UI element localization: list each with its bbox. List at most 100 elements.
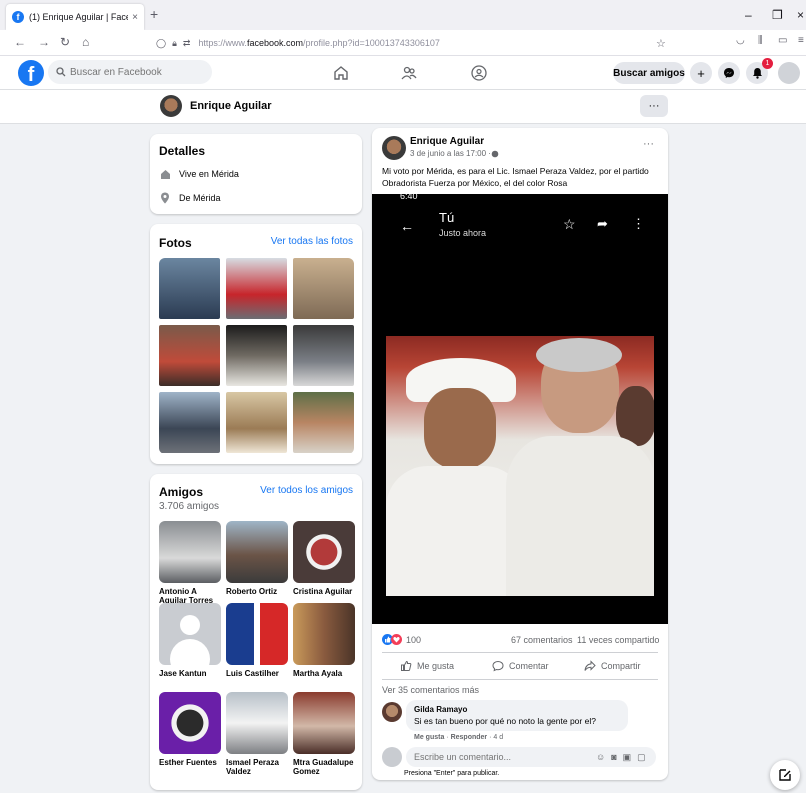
- lock-icon[interactable]: 🔒︎: [172, 38, 177, 49]
- see-all-photos-link[interactable]: Ver todas las fotos: [271, 236, 353, 247]
- friend-photo[interactable]: [159, 692, 221, 754]
- post-timestamp-row: 3 de junio a las 17:00 ·: [410, 149, 499, 158]
- sticker-icon[interactable]: ▢: [637, 752, 646, 763]
- default-avatar-icon[interactable]: [159, 603, 221, 665]
- friend-name[interactable]: Esther Fuentes: [159, 758, 221, 767]
- comment-like-link[interactable]: Me gusta: [414, 734, 444, 741]
- profile-name[interactable]: Enrique Aguilar: [190, 100, 272, 112]
- menu-icon[interactable]: ≡: [798, 35, 804, 46]
- photo-thumbnail[interactable]: [293, 392, 354, 453]
- messenger-button[interactable]: [718, 62, 740, 84]
- find-friends-button[interactable]: Buscar amigos: [613, 62, 685, 84]
- friend-name[interactable]: Ismael Peraza Valdez: [226, 758, 288, 776]
- photo-thumbnail[interactable]: [159, 325, 220, 386]
- shot-status-time: 6:40: [400, 191, 418, 201]
- comment-label: Comentar: [509, 661, 549, 671]
- photo-thumbnail[interactable]: [226, 258, 287, 319]
- home-nav-button[interactable]: [327, 62, 355, 84]
- post-more-button[interactable]: ···: [643, 138, 654, 150]
- friend-item[interactable]: Jase Kantun: [159, 603, 221, 678]
- maximize-button[interactable]: ❐: [772, 8, 783, 22]
- friend-photo[interactable]: [293, 692, 355, 754]
- post-author[interactable]: Enrique Aguilar: [410, 136, 484, 147]
- tab-close-icon[interactable]: ×: [132, 12, 138, 23]
- friend-item[interactable]: Mtra Guadalupe Gomez: [293, 692, 355, 776]
- library-icon[interactable]: ⫼: [758, 35, 763, 46]
- groups-nav-button[interactable]: [465, 62, 493, 84]
- close-window-button[interactable]: ×: [797, 8, 804, 22]
- reactions-summary[interactable]: 100: [382, 634, 421, 645]
- like-button[interactable]: Me gusta: [400, 656, 454, 676]
- minimize-button[interactable]: –: [745, 8, 752, 22]
- post-image[interactable]: 6:40 ← Tú Justo ahora ☆ ➦ ⋮: [372, 191, 668, 624]
- post-timestamp[interactable]: 3 de junio a las 17:00 ·: [410, 149, 491, 158]
- url-bar[interactable]: ◯ 🔒︎ ⇄ https://www. facebook.com/profile.…: [156, 33, 676, 53]
- create-button[interactable]: +: [690, 62, 712, 84]
- photo-thumbnail[interactable]: [293, 325, 354, 386]
- friend-item[interactable]: Ismael Peraza Valdez: [226, 692, 288, 776]
- shares-count[interactable]: 11 veces compartido: [577, 635, 659, 645]
- emoji-icon[interactable]: ☺: [596, 752, 605, 762]
- share-button[interactable]: Compartir: [584, 656, 641, 676]
- facebook-search[interactable]: [48, 60, 212, 84]
- home-icon[interactable]: ⌂: [82, 35, 89, 49]
- photo-thumbnail[interactable]: [226, 325, 287, 386]
- reload-icon[interactable]: ↻: [60, 35, 70, 49]
- new-message-button[interactable]: [770, 760, 800, 790]
- friend-name[interactable]: Cristina Aguilar: [293, 587, 355, 596]
- comment-input[interactable]: [414, 752, 594, 762]
- friend-name[interactable]: Jase Kantun: [159, 669, 221, 678]
- bookmark-star-icon[interactable]: ☆: [656, 37, 666, 50]
- profile-avatar[interactable]: [160, 95, 182, 117]
- messenger-icon: [724, 68, 734, 78]
- see-all-friends-link[interactable]: Ver todos los amigos: [260, 485, 353, 496]
- permissions-icon[interactable]: ⇄: [183, 38, 191, 49]
- comment-reply-link[interactable]: Responder: [451, 734, 488, 741]
- friend-photo[interactable]: [293, 603, 355, 665]
- reactions-count: 100: [406, 634, 422, 645]
- shield-icon[interactable]: ◯: [156, 38, 166, 49]
- friend-name[interactable]: Luis Castilher: [226, 669, 288, 678]
- friend-item[interactable]: Martha Ayala: [293, 603, 355, 678]
- photo-thumbnail[interactable]: [293, 258, 354, 319]
- photo-thumbnail[interactable]: [159, 258, 220, 319]
- search-input[interactable]: [70, 66, 200, 78]
- photo-thumbnail[interactable]: [159, 392, 220, 453]
- friend-name[interactable]: Mtra Guadalupe Gomez: [293, 758, 355, 776]
- friend-name[interactable]: Roberto Ortiz: [226, 587, 288, 596]
- friend-name[interactable]: Martha Ayala: [293, 669, 355, 678]
- comments-count[interactable]: 67 comentarios: [511, 635, 573, 645]
- new-tab-button[interactable]: +: [150, 6, 158, 22]
- home-icon: [334, 66, 348, 80]
- friend-item[interactable]: Esther Fuentes: [159, 692, 221, 767]
- facebook-logo-icon[interactable]: f: [18, 60, 44, 86]
- search-icon: [56, 67, 66, 77]
- account-avatar[interactable]: [778, 62, 800, 84]
- comment-box[interactable]: ☺ ◙ ▣ ▢: [406, 747, 656, 767]
- post-author-avatar[interactable]: [382, 136, 406, 160]
- friend-photo[interactable]: [293, 521, 355, 583]
- photo-thumbnail[interactable]: [226, 392, 287, 453]
- comment-author[interactable]: Gilda Ramayo: [414, 705, 620, 714]
- friend-photo[interactable]: [226, 603, 288, 665]
- sidebar-icon[interactable]: ▭: [778, 35, 787, 46]
- back-arrow-icon[interactable]: ←: [14, 35, 26, 49]
- more-comments-link[interactable]: Ver 35 comentarios más: [382, 685, 479, 695]
- friend-item[interactable]: Antonio A Aguilar Torres: [159, 521, 221, 605]
- pocket-icon[interactable]: ◡: [736, 35, 745, 46]
- friend-item[interactable]: Cristina Aguilar: [293, 521, 355, 596]
- camera-icon[interactable]: ◙: [611, 752, 616, 762]
- friend-photo[interactable]: [226, 692, 288, 754]
- gif-icon[interactable]: ▣: [623, 752, 632, 763]
- commenter-avatar[interactable]: [382, 702, 402, 722]
- forward-arrow-icon[interactable]: →: [38, 35, 50, 49]
- friend-item[interactable]: Luis Castilher: [226, 603, 288, 678]
- friends-nav-button[interactable]: [395, 62, 423, 84]
- friend-item[interactable]: Roberto Ortiz: [226, 521, 288, 596]
- friend-photo[interactable]: [159, 521, 221, 583]
- browser-tab[interactable]: f (1) Enrique Aguilar | Facebook ×: [6, 4, 144, 30]
- comment-time[interactable]: 4 d: [493, 734, 503, 741]
- friend-photo[interactable]: [226, 521, 288, 583]
- comment-button[interactable]: Comentar: [492, 656, 549, 676]
- profile-more-button[interactable]: ···: [640, 95, 668, 117]
